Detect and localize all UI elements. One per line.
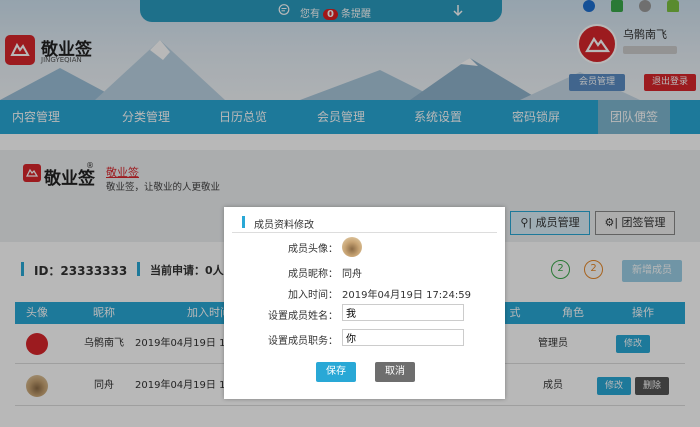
dialog-title-marker [242,216,245,228]
join-time-value: 2019年04月19日 17:24:59 [342,290,471,301]
nickname-label: 成员昵称： [288,269,338,280]
save-button[interactable]: 保存 [316,362,356,382]
join-time-label: 加入时间： [288,290,338,301]
dialog-title: 成员资料修改 [254,220,314,231]
member-avatar [342,237,362,257]
nickname-value: 同舟 [342,269,362,280]
avatar-label: 成员头像： [288,244,338,255]
member-title-input[interactable] [342,329,464,346]
cancel-button[interactable]: 取消 [375,362,415,382]
edit-member-dialog [224,207,505,399]
dialog-divider [232,232,497,233]
name-label: 设置成员姓名： [268,311,338,322]
member-name-input[interactable] [342,304,464,321]
title-label: 设置成员职务： [268,336,338,347]
